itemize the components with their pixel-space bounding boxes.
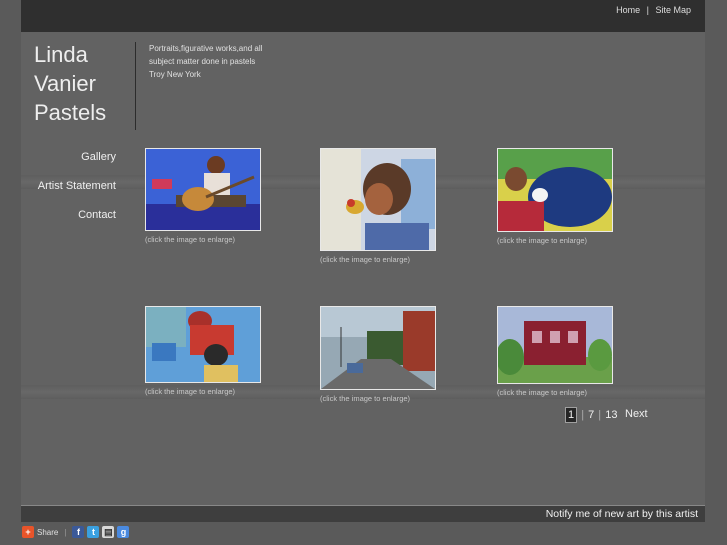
pagination: 1 | 7 | 13 bbox=[565, 407, 617, 423]
thumbnail-image-street-scene[interactable] bbox=[320, 306, 436, 390]
gallery-thumbnail[interactable]: (click the image to enlarge) bbox=[320, 306, 436, 403]
bottom-bar: Notify me of new art by this artist bbox=[21, 505, 705, 522]
gallery-thumbnail[interactable]: (click the image to enlarge) bbox=[320, 148, 436, 264]
page-separator: | bbox=[581, 409, 585, 421]
share-label[interactable]: Share bbox=[37, 528, 58, 537]
top-bar: Home | Site Map bbox=[21, 0, 705, 32]
share-plus-icon[interactable]: + bbox=[22, 526, 34, 538]
tagline-line: Troy New York bbox=[149, 70, 201, 79]
site-map-link[interactable]: Site Map bbox=[655, 5, 691, 15]
page-separator: | bbox=[598, 409, 602, 421]
share-separator: | bbox=[64, 527, 67, 537]
site-tagline: Portraits,figurative works,and all subje… bbox=[149, 42, 299, 81]
thumbnail-image-boy-with-bird[interactable] bbox=[320, 148, 436, 251]
gallery-thumbnail[interactable]: (click the image to enlarge) bbox=[497, 306, 613, 397]
thumbnail-caption: (click the image to enlarge) bbox=[497, 236, 588, 245]
gallery-thumbnail[interactable]: (click the image to enlarge) bbox=[497, 148, 613, 245]
page-body: Linda Vanier Pastels Portraits,figurativ… bbox=[21, 32, 705, 505]
google-icon[interactable]: g bbox=[117, 526, 130, 538]
thumbnail-caption: (click the image to enlarge) bbox=[320, 394, 411, 403]
nav-separator: | bbox=[646, 5, 649, 15]
twitter-icon[interactable]: t bbox=[87, 526, 100, 538]
tagline-line: subject matter done in pastels bbox=[149, 57, 256, 66]
thumbnail-image-guitar-player[interactable] bbox=[145, 148, 261, 231]
gallery-thumbnail[interactable]: (click the image to enlarge) bbox=[145, 148, 261, 244]
home-link[interactable]: Home bbox=[616, 5, 640, 15]
site-title-line: Vanier bbox=[34, 71, 96, 96]
thumbnail-image-red-house[interactable] bbox=[497, 306, 613, 384]
top-nav: Home | Site Map bbox=[616, 5, 691, 15]
share-bar: + Share | f t ▤ g bbox=[22, 522, 132, 542]
thumbnail-caption: (click the image to enlarge) bbox=[145, 387, 236, 396]
site-title-line: Linda bbox=[34, 42, 88, 67]
gallery-thumbnail[interactable]: (click the image to enlarge) bbox=[145, 306, 261, 396]
next-button[interactable]: Next bbox=[625, 408, 648, 420]
page-link-13[interactable]: 13 bbox=[605, 409, 617, 421]
page-link-7[interactable]: 7 bbox=[588, 409, 594, 421]
title-divider bbox=[135, 42, 136, 130]
sidebar-item-contact[interactable]: Contact bbox=[78, 209, 116, 221]
print-icon[interactable]: ▤ bbox=[102, 526, 115, 538]
thumbnail-image-sleeping-man[interactable] bbox=[497, 148, 613, 232]
thumbnail-caption: (click the image to enlarge) bbox=[320, 255, 411, 264]
thumbnail-image-mother-and-child[interactable] bbox=[145, 306, 261, 383]
sidebar-item-gallery[interactable]: Gallery bbox=[81, 151, 116, 163]
site-title-line: Pastels bbox=[34, 100, 107, 125]
page-current[interactable]: 1 bbox=[565, 407, 578, 423]
site-title[interactable]: Linda Vanier Pastels bbox=[34, 40, 134, 127]
notify-link[interactable]: Notify me of new art by this artist bbox=[546, 508, 698, 520]
sidebar-item-artist-statement[interactable]: Artist Statement bbox=[38, 180, 116, 192]
thumbnail-caption: (click the image to enlarge) bbox=[145, 235, 236, 244]
thumbnail-caption: (click the image to enlarge) bbox=[497, 388, 588, 397]
facebook-icon[interactable]: f bbox=[72, 526, 85, 538]
tagline-line: Portraits,figurative works,and all bbox=[149, 44, 263, 53]
